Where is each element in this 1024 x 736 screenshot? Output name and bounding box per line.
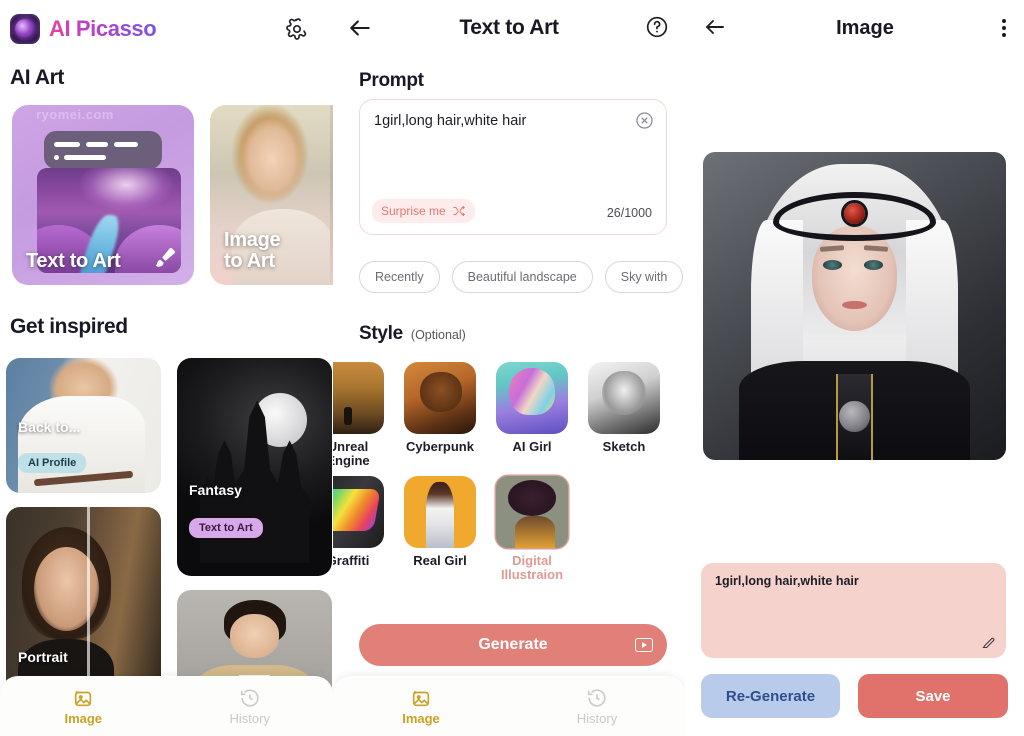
regenerate-button[interactable]: Re-Generate — [701, 674, 840, 718]
surprise-me-button[interactable]: Surprise me — [372, 199, 475, 223]
card-label-line1: Image — [224, 228, 281, 251]
save-label: Save — [915, 687, 951, 705]
sphere-logo-icon — [10, 14, 40, 44]
style-grid: Unreal Engine Cyberpunk AI Girl Sketch G… — [333, 362, 685, 582]
shuffle-icon — [452, 204, 466, 218]
paintbrush-icon — [152, 245, 178, 271]
card-text-to-art[interactable]: ryomei.com Text to Art — [12, 105, 194, 285]
nav-item-image[interactable]: Image — [0, 687, 167, 726]
nav-label: History — [229, 710, 270, 726]
get-inspired-heading: Get inspired — [10, 315, 128, 338]
edit-pencil-icon[interactable] — [981, 635, 996, 650]
nav-label: History — [576, 710, 618, 726]
mid-header: Text to Art — [333, 0, 685, 56]
image-result-panel: Image 1girl,long hair,white hair Re-Gene… — [685, 0, 1024, 736]
generated-image[interactable] — [703, 152, 1006, 460]
text-to-art-panel: Text to Art Prompt 1girl,long hair,white… — [333, 0, 685, 736]
nav-item-history[interactable]: History — [167, 687, 334, 726]
style-thumbnail — [333, 476, 384, 549]
card-image-to-art[interactable]: Image to Art — [210, 105, 333, 285]
style-label: Digital Illustraion — [500, 553, 564, 583]
chip-beautiful-landscape[interactable]: Beautiful landscape — [451, 261, 593, 293]
nav-label: Image — [64, 710, 103, 726]
prompt-heading: Prompt — [359, 70, 424, 91]
list-item[interactable]: Back to... AI Profile — [6, 358, 161, 493]
result-prompt-box[interactable]: 1girl,long hair,white hair — [701, 563, 1006, 658]
card-label: Back to... — [18, 419, 81, 435]
style-item-graffiti[interactable]: Graffiti — [333, 476, 388, 582]
card-label: Fantasy — [189, 482, 242, 498]
prompt-input[interactable]: 1girl,long hair,white hair — [374, 112, 622, 132]
image-sparkle-icon — [72, 687, 94, 709]
right-header: Image — [685, 0, 1024, 56]
ai-art-heading: AI Art — [10, 66, 64, 89]
close-circle-icon[interactable] — [635, 111, 654, 130]
nav-item-history[interactable]: History — [509, 687, 685, 726]
style-heading: Style — [359, 323, 403, 344]
chip-recently[interactable]: Recently — [359, 261, 440, 293]
question-circle-icon[interactable] — [645, 15, 671, 41]
bottom-nav: Image History — [333, 676, 685, 736]
suggestion-chips: Recently Beautiful landscape Sky with — [359, 261, 684, 293]
prompt-bubble-graphic — [44, 131, 162, 169]
style-item-real-girl[interactable]: Real Girl — [400, 476, 480, 582]
style-label: Cyberpunk — [406, 439, 474, 454]
style-label: AI Girl — [512, 439, 552, 454]
style-label: Real Girl — [413, 553, 467, 569]
arrow-left-icon[interactable] — [347, 15, 373, 41]
watermark-text: ryomei.com — [36, 107, 114, 122]
brand-name: AI Picasso — [49, 16, 157, 41]
surprise-me-label: Surprise me — [381, 204, 446, 218]
card-label-line2: to Art — [224, 250, 275, 273]
gear-icon[interactable] — [285, 17, 309, 41]
image-sparkle-icon — [410, 687, 432, 709]
style-thumbnail — [404, 362, 476, 434]
style-item-sketch[interactable]: Sketch — [584, 362, 664, 468]
page-title: Image — [836, 16, 894, 39]
history-clock-icon — [239, 687, 261, 709]
save-button[interactable]: Save — [858, 674, 1008, 718]
style-heading-group: Style (Optional) — [359, 323, 466, 345]
kebab-menu-icon[interactable] — [1001, 19, 1006, 37]
page-title: Text to Art — [459, 16, 559, 39]
style-thumbnail — [588, 362, 660, 434]
home-panel: AI Picasso AI Art ryomei.com Text to Art — [0, 0, 333, 736]
history-clock-icon — [586, 687, 608, 709]
list-item[interactable]: Fantasy Text to Art — [177, 358, 332, 576]
status-badge: Text to Art — [189, 518, 263, 538]
style-label: Unreal Engine — [333, 439, 370, 469]
arrow-left-icon[interactable] — [703, 15, 729, 41]
style-thumbnail — [496, 362, 568, 434]
status-badge: AI Profile — [18, 453, 87, 473]
nav-item-image[interactable]: Image — [333, 687, 509, 726]
regenerate-label: Re-Generate — [725, 687, 816, 705]
style-item-unreal-engine[interactable]: Unreal Engine — [333, 362, 388, 468]
card-label: Portrait — [18, 649, 68, 665]
generate-label: Generate — [478, 636, 548, 653]
card-label: Image to Art — [224, 228, 281, 273]
video-ad-icon — [635, 638, 653, 652]
prompt-input-box[interactable]: 1girl,long hair,white hair Surprise me 2… — [359, 99, 667, 235]
style-optional-label: (Optional) — [410, 328, 466, 342]
result-prompt-text: 1girl,long hair,white hair — [715, 574, 859, 588]
bottom-nav: Image History — [0, 676, 333, 736]
card-label: Text to Art — [26, 250, 121, 273]
style-thumbnail — [496, 476, 568, 549]
generate-button[interactable]: Generate — [359, 624, 667, 666]
style-label: Sketch — [602, 439, 646, 454]
style-label: Graffiti — [333, 553, 370, 569]
nav-label: Image — [402, 710, 440, 726]
style-item-cyberpunk[interactable]: Cyberpunk — [400, 362, 480, 468]
style-thumbnail — [404, 476, 476, 549]
char-counter: 26/1000 — [606, 206, 652, 220]
app-screenshot: AI Picasso AI Art ryomei.com Text to Art — [0, 0, 1024, 736]
app-header: AI Picasso — [0, 0, 333, 46]
style-thumbnail — [333, 362, 384, 434]
chip-sky-with[interactable]: Sky with — [604, 261, 684, 293]
style-item-digital-illustraion[interactable]: Digital Illustraion — [492, 476, 572, 582]
ai-art-card-row: ryomei.com Text to Art Image to Art — [12, 105, 333, 285]
style-item-ai-girl[interactable]: AI Girl — [492, 362, 572, 468]
